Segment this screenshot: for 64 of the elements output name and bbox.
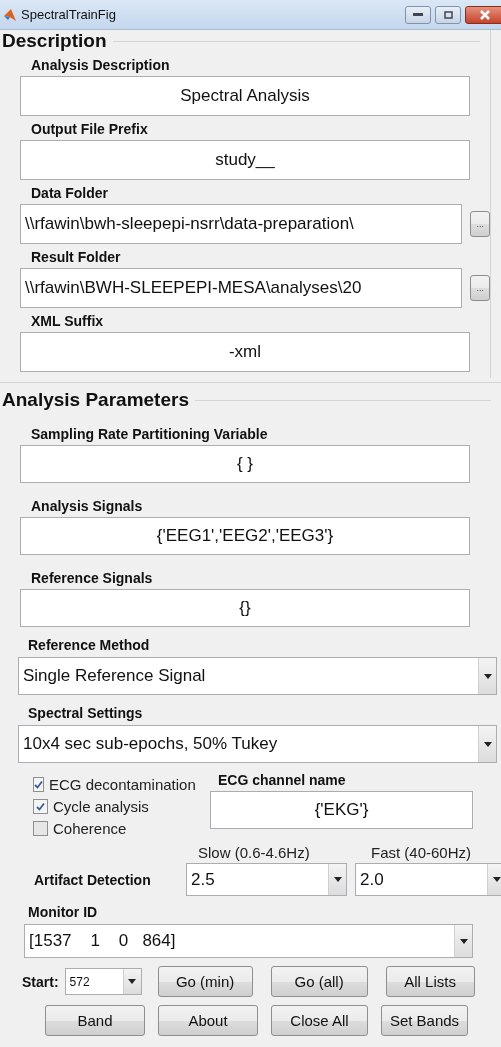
minimize-icon: [413, 13, 423, 16]
action-button[interactable]: About: [158, 1005, 258, 1036]
maximize-button[interactable]: [435, 5, 461, 24]
maximize-icon: [443, 10, 453, 19]
field-label: Slow (0.6-4.6Hz): [197, 843, 311, 863]
caret-icon: [492, 877, 501, 882]
field-label: Analysis Description: [30, 56, 171, 75]
browse-button[interactable]: ...: [470, 211, 490, 237]
checkbox[interactable]: [33, 798, 48, 814]
field-label: Reference Method: [27, 636, 151, 655]
caret-icon: [128, 979, 137, 984]
field-label: Reference Signals: [30, 569, 154, 588]
text-field[interactable]: {'EEG1','EEG2','EEG3'}: [20, 517, 470, 555]
text-field[interactable]: {}: [20, 589, 470, 627]
field-label: XML Suffix: [30, 312, 105, 331]
field-label: Fast (40-60Hz): [370, 843, 473, 863]
action-button[interactable]: Go (all): [270, 966, 368, 997]
app-icon: [4, 8, 16, 21]
section-heading: Analysis Parameters: [2, 389, 189, 411]
text-field[interactable]: {'EKG'}: [210, 791, 473, 829]
close-icon: [480, 9, 490, 20]
caret-icon: [483, 673, 492, 679]
field-label: Data Folder: [30, 184, 109, 203]
field-label: Spectral Settings: [27, 704, 144, 723]
field-label: Start:: [22, 973, 59, 990]
field-label: Output File Prefix: [30, 120, 149, 139]
checkbox-label: ECG decontamination: [49, 775, 196, 793]
minimize-button[interactable]: [405, 5, 431, 24]
field-label: Analysis Signals: [30, 497, 144, 516]
caret-icon: [333, 877, 342, 882]
dropdown[interactable]: 10x4 sec sub-epochs, 50% Tukey: [18, 725, 497, 763]
text-field[interactable]: \\rfawin\bwh-sleepepi-nsrr\data-preparation\: [20, 204, 463, 244]
checkbox-label: Cycle analysis: [53, 797, 149, 815]
action-button[interactable]: Close All: [271, 1005, 368, 1036]
check-icon: [36, 801, 45, 811]
caret-icon: [483, 741, 492, 747]
checkbox[interactable]: [33, 776, 44, 792]
action-button[interactable]: Set Bands: [381, 1005, 468, 1036]
close-button[interactable]: [465, 5, 501, 24]
check-icon: [34, 779, 43, 789]
browse-button[interactable]: ...: [470, 275, 490, 301]
dropdown[interactable]: 572: [64, 968, 142, 995]
field-label: Sampling Rate Partitioning Variable: [30, 425, 269, 444]
dropdown[interactable]: 2.5: [186, 863, 347, 896]
text-field[interactable]: { }: [20, 445, 470, 483]
text-field[interactable]: \\rfawin\BWH-SLEEPEPI-MESA\analyses\20: [20, 268, 463, 308]
checkbox[interactable]: [33, 820, 48, 836]
field-label: Monitor ID: [27, 903, 99, 922]
action-button[interactable]: All Lists: [385, 966, 475, 997]
text-field[interactable]: study__: [20, 140, 470, 180]
field-label: Artifact Detection: [33, 870, 152, 890]
action-button[interactable]: Band: [45, 1005, 145, 1036]
section-heading: Description: [2, 30, 107, 52]
text-field[interactable]: Spectral Analysis: [20, 76, 470, 116]
dropdown[interactable]: Single Reference Signal: [18, 657, 497, 695]
dropdown[interactable]: 2.0: [355, 863, 501, 896]
caret-icon: [459, 938, 468, 944]
field-label: ECG channel name: [217, 771, 346, 790]
action-button[interactable]: Go (min): [157, 966, 253, 997]
text-field[interactable]: -xml: [20, 332, 470, 372]
window-title: SpectralTrainFig: [21, 7, 117, 22]
checkbox-label: Coherence: [53, 819, 127, 837]
dropdown[interactable]: [1537 1 0 864]: [24, 924, 473, 958]
field-label: Result Folder: [30, 248, 122, 267]
